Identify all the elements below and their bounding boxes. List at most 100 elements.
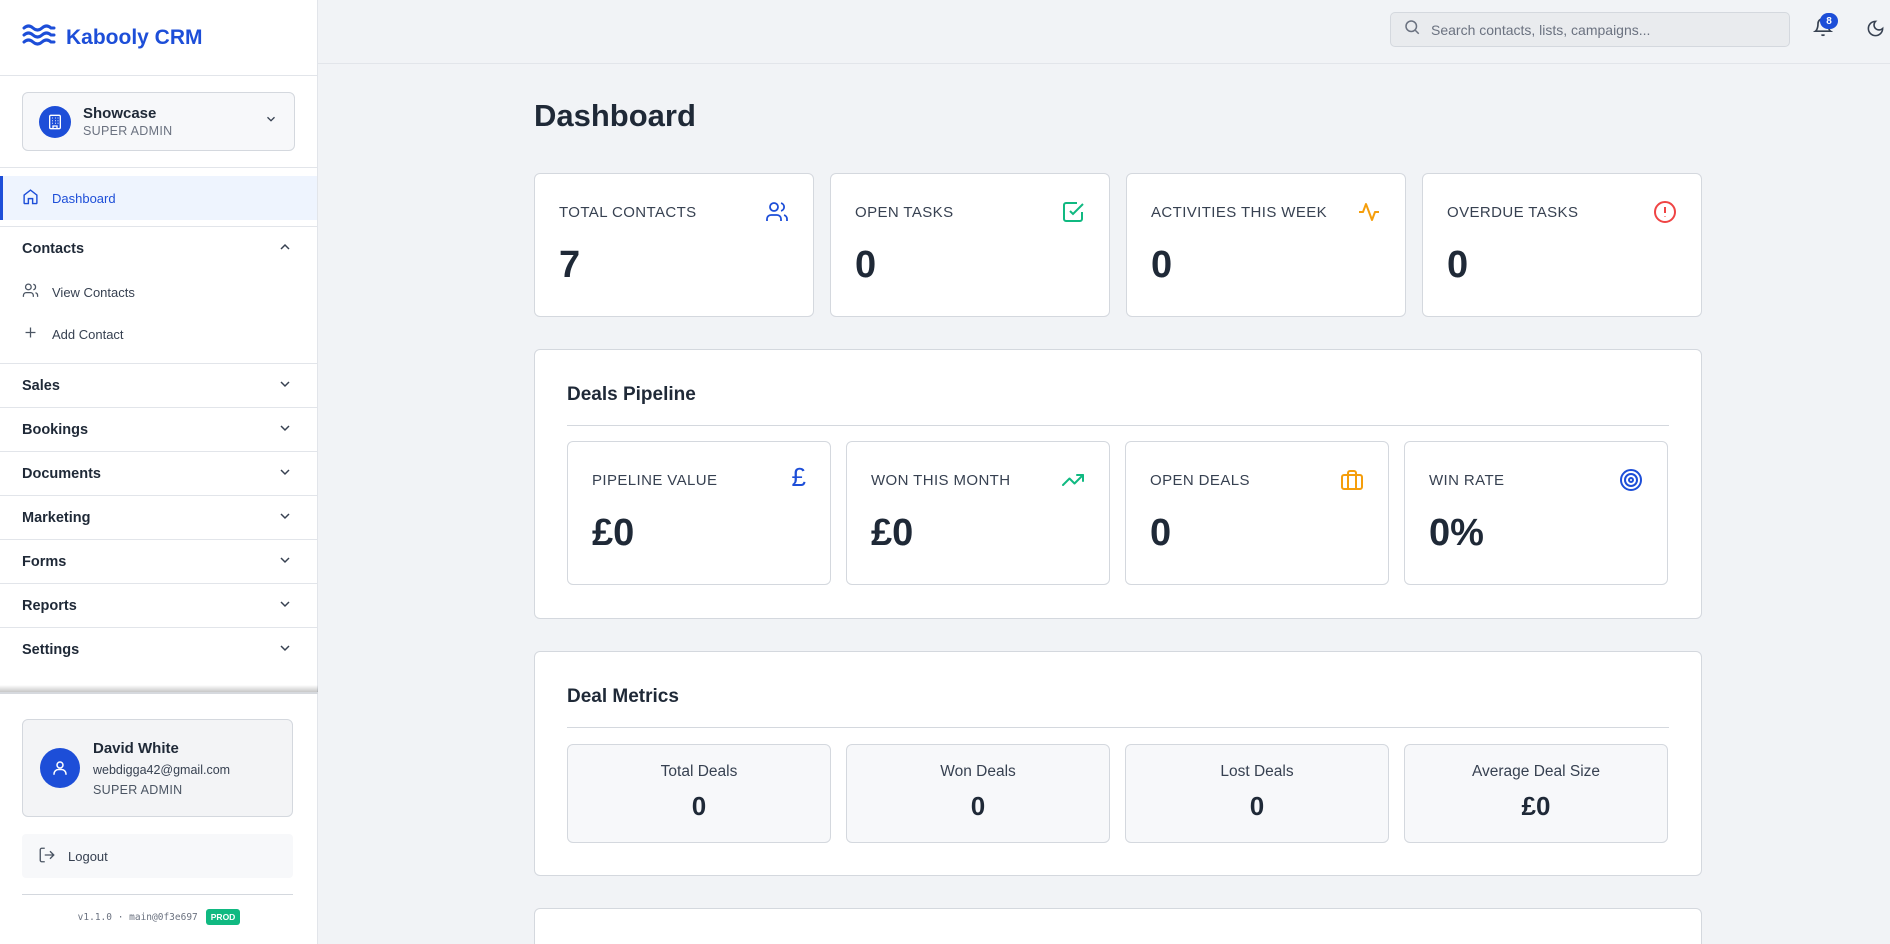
pipeline-card-open-deals: OPEN DEALS 0 (1125, 441, 1389, 585)
logout-label: Logout (68, 848, 108, 864)
notification-count-badge: 8 (1820, 13, 1838, 29)
plus-icon (22, 324, 39, 344)
logout-button[interactable]: Logout (22, 834, 293, 878)
organization-switcher[interactable]: Showcase SUPER ADMIN (22, 92, 295, 151)
sidebar-group-documents[interactable]: Documents (0, 452, 317, 496)
sidebar-item-label: Dashboard (52, 190, 116, 206)
users-icon (22, 282, 39, 302)
sidebar-item-dashboard[interactable]: Dashboard (0, 176, 317, 220)
metric-label: Average Deal Size (1471, 763, 1601, 780)
chevron-down-icon (264, 112, 278, 131)
sidebar-group-settings[interactable]: Settings (0, 628, 317, 672)
briefcase-icon (1340, 468, 1364, 497)
divider (567, 727, 1669, 728)
stat-label: OVERDUE TASKS (1447, 204, 1579, 221)
stat-label: OPEN TASKS (855, 204, 954, 221)
stat-value: 0 (1150, 512, 1172, 554)
deal-metrics-panel: Deal Metrics Total Deals 0 Won Deals 0 L… (534, 651, 1702, 876)
sidebar-group-sales[interactable]: Sales (0, 364, 317, 408)
activity-icon (1357, 200, 1381, 229)
stat-card-activities-this-week: ACTIVITIES THIS WEEK 0 (1126, 173, 1406, 317)
metric-card-average-deal-size: Average Deal Size £0 (1404, 744, 1668, 843)
stat-card-open-tasks: OPEN TASKS 0 (830, 173, 1110, 317)
search-icon (1403, 18, 1421, 41)
target-icon (1619, 468, 1643, 497)
stat-label: ACTIVITIES THIS WEEK (1151, 204, 1328, 221)
pipeline-card-value: PIPELINE VALUE £0 £ (567, 441, 831, 585)
sidebar-group-forms[interactable]: Forms (0, 540, 317, 584)
chevron-down-icon (277, 508, 293, 528)
waves-logo-icon (22, 23, 56, 52)
moon-icon[interactable] (1866, 19, 1885, 43)
metric-label: Total Deals (660, 763, 738, 780)
stat-card-total-contacts: TOTAL CONTACTS 7 (534, 173, 814, 317)
user-role: SUPER ADMIN (93, 782, 183, 797)
pipeline-card-win-rate: WIN RATE 0% (1404, 441, 1668, 585)
stat-label: WON THIS MONTH (871, 472, 1011, 489)
environment-badge: PROD (205, 909, 241, 925)
divider (22, 894, 293, 895)
metric-value: £0 (1521, 791, 1551, 821)
metric-value: 0 (970, 791, 986, 821)
organization-name: Showcase (83, 105, 157, 122)
stat-value: 7 (559, 244, 581, 286)
chevron-down-icon (277, 596, 293, 616)
home-icon (22, 188, 39, 208)
next-panel (534, 908, 1702, 944)
sidebar-group-bookings[interactable]: Bookings (0, 408, 317, 452)
metric-value: 0 (1249, 791, 1265, 821)
version-text: v1.1.0 · main@0f3e697 (77, 911, 198, 923)
pound-icon: £ (791, 462, 806, 492)
metric-value: 0 (691, 791, 707, 821)
sidebar-group-label: Settings (22, 642, 80, 658)
stat-label: OPEN DEALS (1150, 472, 1250, 489)
stat-value: £0 (592, 512, 635, 554)
global-search[interactable] (1390, 12, 1790, 47)
search-input[interactable] (1431, 21, 1771, 38)
stat-label: WIN RATE (1429, 472, 1505, 489)
user-profile-card[interactable]: David White webdigga42@gmail.com SUPER A… (22, 719, 293, 817)
brand[interactable]: Kabooly CRM (0, 0, 317, 76)
chevron-down-icon (277, 640, 293, 660)
stat-value: £0 (871, 512, 914, 554)
sidebar-group-label: Forms (22, 553, 67, 570)
sidebar-item-label: View Contacts (52, 284, 135, 300)
chevron-down-icon (277, 420, 293, 440)
sidebar-item-view-contacts[interactable]: View Contacts (0, 271, 317, 313)
chevron-up-icon (277, 239, 293, 259)
page-title: Dashboard (534, 98, 696, 133)
metric-card-lost-deals: Lost Deals 0 (1125, 744, 1389, 843)
nav-scroll-shadow (0, 685, 318, 694)
chevron-down-icon (277, 376, 293, 396)
sidebar: Kabooly CRM Showcase SUPER ADMIN Dashboa… (0, 0, 318, 944)
metric-card-total-deals: Total Deals 0 (567, 744, 831, 843)
metric-label: Won Deals (940, 763, 1016, 780)
building-icon (39, 105, 71, 138)
organization-role: SUPER ADMIN (83, 124, 173, 138)
user-name: David White (93, 739, 179, 757)
stat-value: 0 (1151, 244, 1173, 286)
user-email: webdigga42@gmail.com (93, 762, 231, 777)
trending-up-icon (1061, 468, 1085, 497)
sidebar-item-add-contact[interactable]: Add Contact (0, 313, 317, 355)
sidebar-group-label: Reports (22, 597, 77, 614)
version-info: v1.1.0 · main@0f3e697 PROD (0, 909, 318, 925)
chevron-down-icon (277, 464, 293, 484)
sidebar-group-marketing[interactable]: Marketing (0, 496, 317, 540)
sidebar-item-label: Add Contact (52, 326, 124, 342)
metric-card-won-deals: Won Deals 0 (846, 744, 1110, 843)
pipeline-card-won-this-month: WON THIS MONTH £0 (846, 441, 1110, 585)
stat-value: 0% (1429, 512, 1484, 554)
chevron-down-icon (277, 552, 293, 572)
user-avatar-icon (40, 748, 80, 788)
sidebar-group-label: Marketing (22, 509, 91, 526)
divider (567, 425, 1669, 426)
stat-value: 0 (855, 244, 877, 286)
users-icon (765, 200, 789, 229)
alert-circle-icon (1653, 200, 1677, 229)
sidebar-group-contacts[interactable]: Contacts (0, 227, 317, 271)
sidebar-group-label: Contacts (22, 241, 85, 257)
sidebar-group-reports[interactable]: Reports (0, 584, 317, 628)
logout-icon (38, 846, 56, 867)
check-square-icon (1061, 200, 1085, 229)
